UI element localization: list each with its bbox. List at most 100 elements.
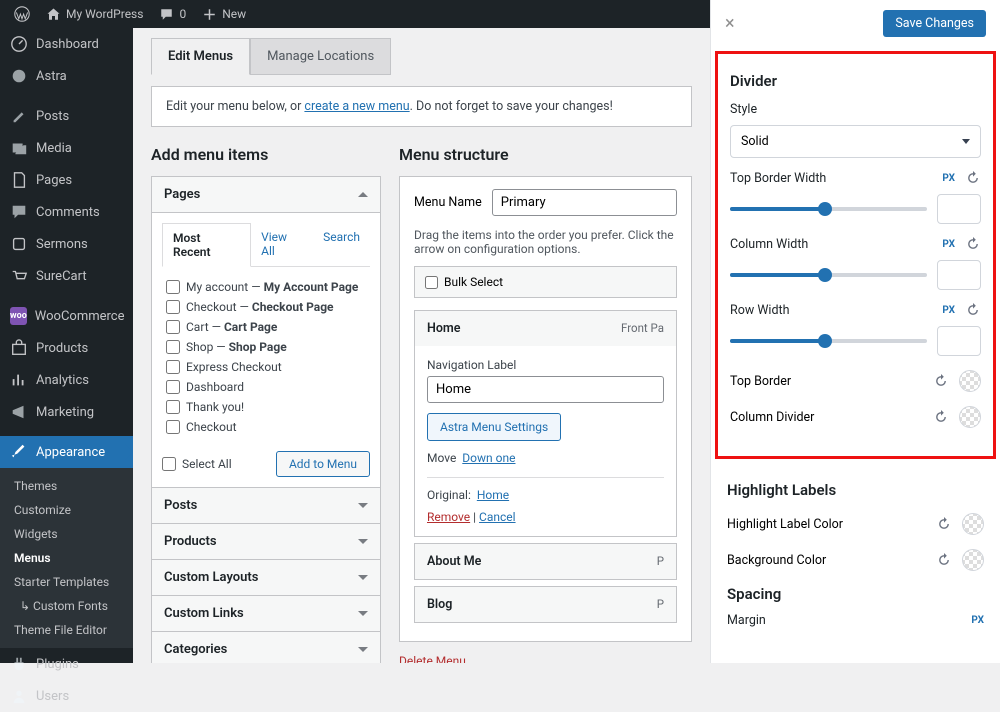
sub-starter-templates[interactable]: Starter Templates <box>0 570 133 594</box>
bulk-select[interactable]: Bulk Select <box>414 266 677 298</box>
highlight-label-color[interactable] <box>962 513 984 535</box>
filter-search[interactable]: Search <box>313 223 370 266</box>
menu-item-head[interactable]: HomeFront Pa <box>415 311 676 346</box>
menu-name-input[interactable] <box>492 189 677 216</box>
column-divider-color[interactable] <box>959 406 981 428</box>
nav-products[interactable]: Products <box>0 332 133 364</box>
tab-edit-menus[interactable]: Edit Menus <box>151 38 250 75</box>
menu-item-blog[interactable]: BlogP <box>414 586 677 623</box>
unit-px[interactable]: PX <box>942 173 955 184</box>
reset-icon[interactable] <box>965 302 981 318</box>
site-link[interactable]: My WordPress <box>38 7 151 22</box>
accordion-pages-head[interactable]: Pages <box>152 177 380 213</box>
column-width-slider[interactable] <box>730 273 927 277</box>
nav-appearance[interactable]: Appearance <box>0 436 133 468</box>
page-checkbox[interactable] <box>166 400 180 414</box>
chevron-down-icon <box>962 139 970 144</box>
page-row[interactable]: Checkout <box>166 417 366 437</box>
add-to-menu-button[interactable]: Add to Menu <box>276 451 370 477</box>
nav-astra[interactable]: Astra <box>0 60 133 92</box>
sub-themes[interactable]: Themes <box>0 474 133 498</box>
column-width-input[interactable] <box>937 260 981 290</box>
nav-users[interactable]: Users <box>0 680 133 712</box>
accordion-categories[interactable]: Categories <box>151 631 381 663</box>
sub-menus[interactable]: Menus <box>0 546 133 570</box>
accordion-custom-layouts[interactable]: Custom Layouts <box>151 559 381 596</box>
astra-menu-settings-button[interactable]: Astra Menu Settings <box>427 413 561 441</box>
nav-marketing[interactable]: Marketing <box>0 396 133 428</box>
pages-list: My account — My Account Page Checkout — … <box>162 267 370 447</box>
reset-icon[interactable] <box>965 170 981 186</box>
new-link[interactable]: New <box>194 7 254 22</box>
nav-sermons[interactable]: Sermons <box>0 228 133 260</box>
accordion-posts[interactable]: Posts <box>151 487 381 524</box>
slider-thumb[interactable] <box>818 202 832 216</box>
bulk-checkbox[interactable] <box>425 276 438 289</box>
accordion-custom-links[interactable]: Custom Links <box>151 595 381 632</box>
select-all[interactable]: Select All <box>162 454 232 474</box>
sub-custom-fonts[interactable]: ↳ Custom Fonts <box>0 594 133 618</box>
original-link[interactable]: Home <box>477 488 509 502</box>
nav-analytics[interactable]: Analytics <box>0 364 133 396</box>
slider-thumb[interactable] <box>818 334 832 348</box>
page-checkbox[interactable] <box>166 340 180 354</box>
top-border-width-slider[interactable] <box>730 207 927 211</box>
top-border-width-input[interactable] <box>937 194 981 224</box>
sub-customize[interactable]: Customize <box>0 498 133 522</box>
nav-surecart[interactable]: SureCart <box>0 260 133 292</box>
page-row[interactable]: Checkout — Checkout Page <box>166 297 366 317</box>
reset-icon[interactable] <box>933 409 949 425</box>
page-checkbox[interactable] <box>166 320 180 334</box>
row-width-input[interactable] <box>937 326 981 356</box>
reset-icon[interactable] <box>933 373 949 389</box>
page-row[interactable]: Cart — Cart Page <box>166 317 366 337</box>
reset-icon[interactable] <box>936 516 952 532</box>
unit-px[interactable]: PX <box>942 305 955 316</box>
page-row[interactable]: Shop — Shop Page <box>166 337 366 357</box>
nav-label-input[interactable] <box>427 376 664 403</box>
delete-menu-link[interactable]: Delete Menu <box>399 654 466 663</box>
page-row[interactable]: Thank you! <box>166 397 366 417</box>
sub-widgets[interactable]: Widgets <box>0 522 133 546</box>
sub-theme-file-editor[interactable]: Theme File Editor <box>0 618 133 642</box>
background-color[interactable] <box>962 549 984 571</box>
menu-item-about[interactable]: About MeP <box>414 543 677 580</box>
create-menu-link[interactable]: create a new menu <box>304 99 409 114</box>
reset-icon[interactable] <box>965 236 981 252</box>
accordion-products[interactable]: Products <box>151 523 381 560</box>
filter-recent[interactable]: Most Recent <box>162 223 251 267</box>
wp-logo[interactable] <box>6 6 38 22</box>
close-icon[interactable]: × <box>725 13 735 34</box>
tab-manage-locations[interactable]: Manage Locations <box>250 38 391 75</box>
filter-viewall[interactable]: View All <box>251 223 313 266</box>
cancel-link[interactable]: Cancel <box>479 510 516 524</box>
page-row[interactable]: Dashboard <box>166 377 366 397</box>
row-width-slider[interactable] <box>730 339 927 343</box>
move-down-link[interactable]: Down one <box>462 451 515 465</box>
unit-px[interactable]: PX <box>971 615 984 626</box>
page-row[interactable]: My account — My Account Page <box>166 277 366 297</box>
save-changes-button[interactable]: Save Changes <box>883 10 986 37</box>
page-checkbox[interactable] <box>166 380 180 394</box>
nav-plugins[interactable]: Plugins <box>0 648 133 680</box>
page-row[interactable]: Express Checkout <box>166 357 366 377</box>
select-all-checkbox[interactable] <box>162 457 176 471</box>
page-checkbox[interactable] <box>166 300 180 314</box>
remove-link[interactable]: Remove <box>427 510 470 524</box>
reset-icon[interactable] <box>936 552 952 568</box>
page-checkbox[interactable] <box>166 420 180 434</box>
nav-posts[interactable]: Posts <box>0 100 133 132</box>
slider-thumb[interactable] <box>818 268 832 282</box>
page-checkbox[interactable] <box>166 280 180 294</box>
style-select[interactable]: Solid <box>730 125 981 158</box>
nav-dashboard[interactable]: Dashboard <box>0 28 133 60</box>
nav-comments[interactable]: Comments <box>0 196 133 228</box>
comments-link[interactable]: 0 <box>151 7 194 22</box>
nav-woocommerce[interactable]: wooWooCommerce <box>0 300 133 332</box>
unit-px[interactable]: PX <box>942 239 955 250</box>
nav-pages[interactable]: Pages <box>0 164 133 196</box>
top-border-color[interactable] <box>959 370 981 392</box>
nav-media[interactable]: Media <box>0 132 133 164</box>
page-checkbox[interactable] <box>166 360 180 374</box>
menu-box: Menu Name Drag the items into the order … <box>399 176 692 642</box>
